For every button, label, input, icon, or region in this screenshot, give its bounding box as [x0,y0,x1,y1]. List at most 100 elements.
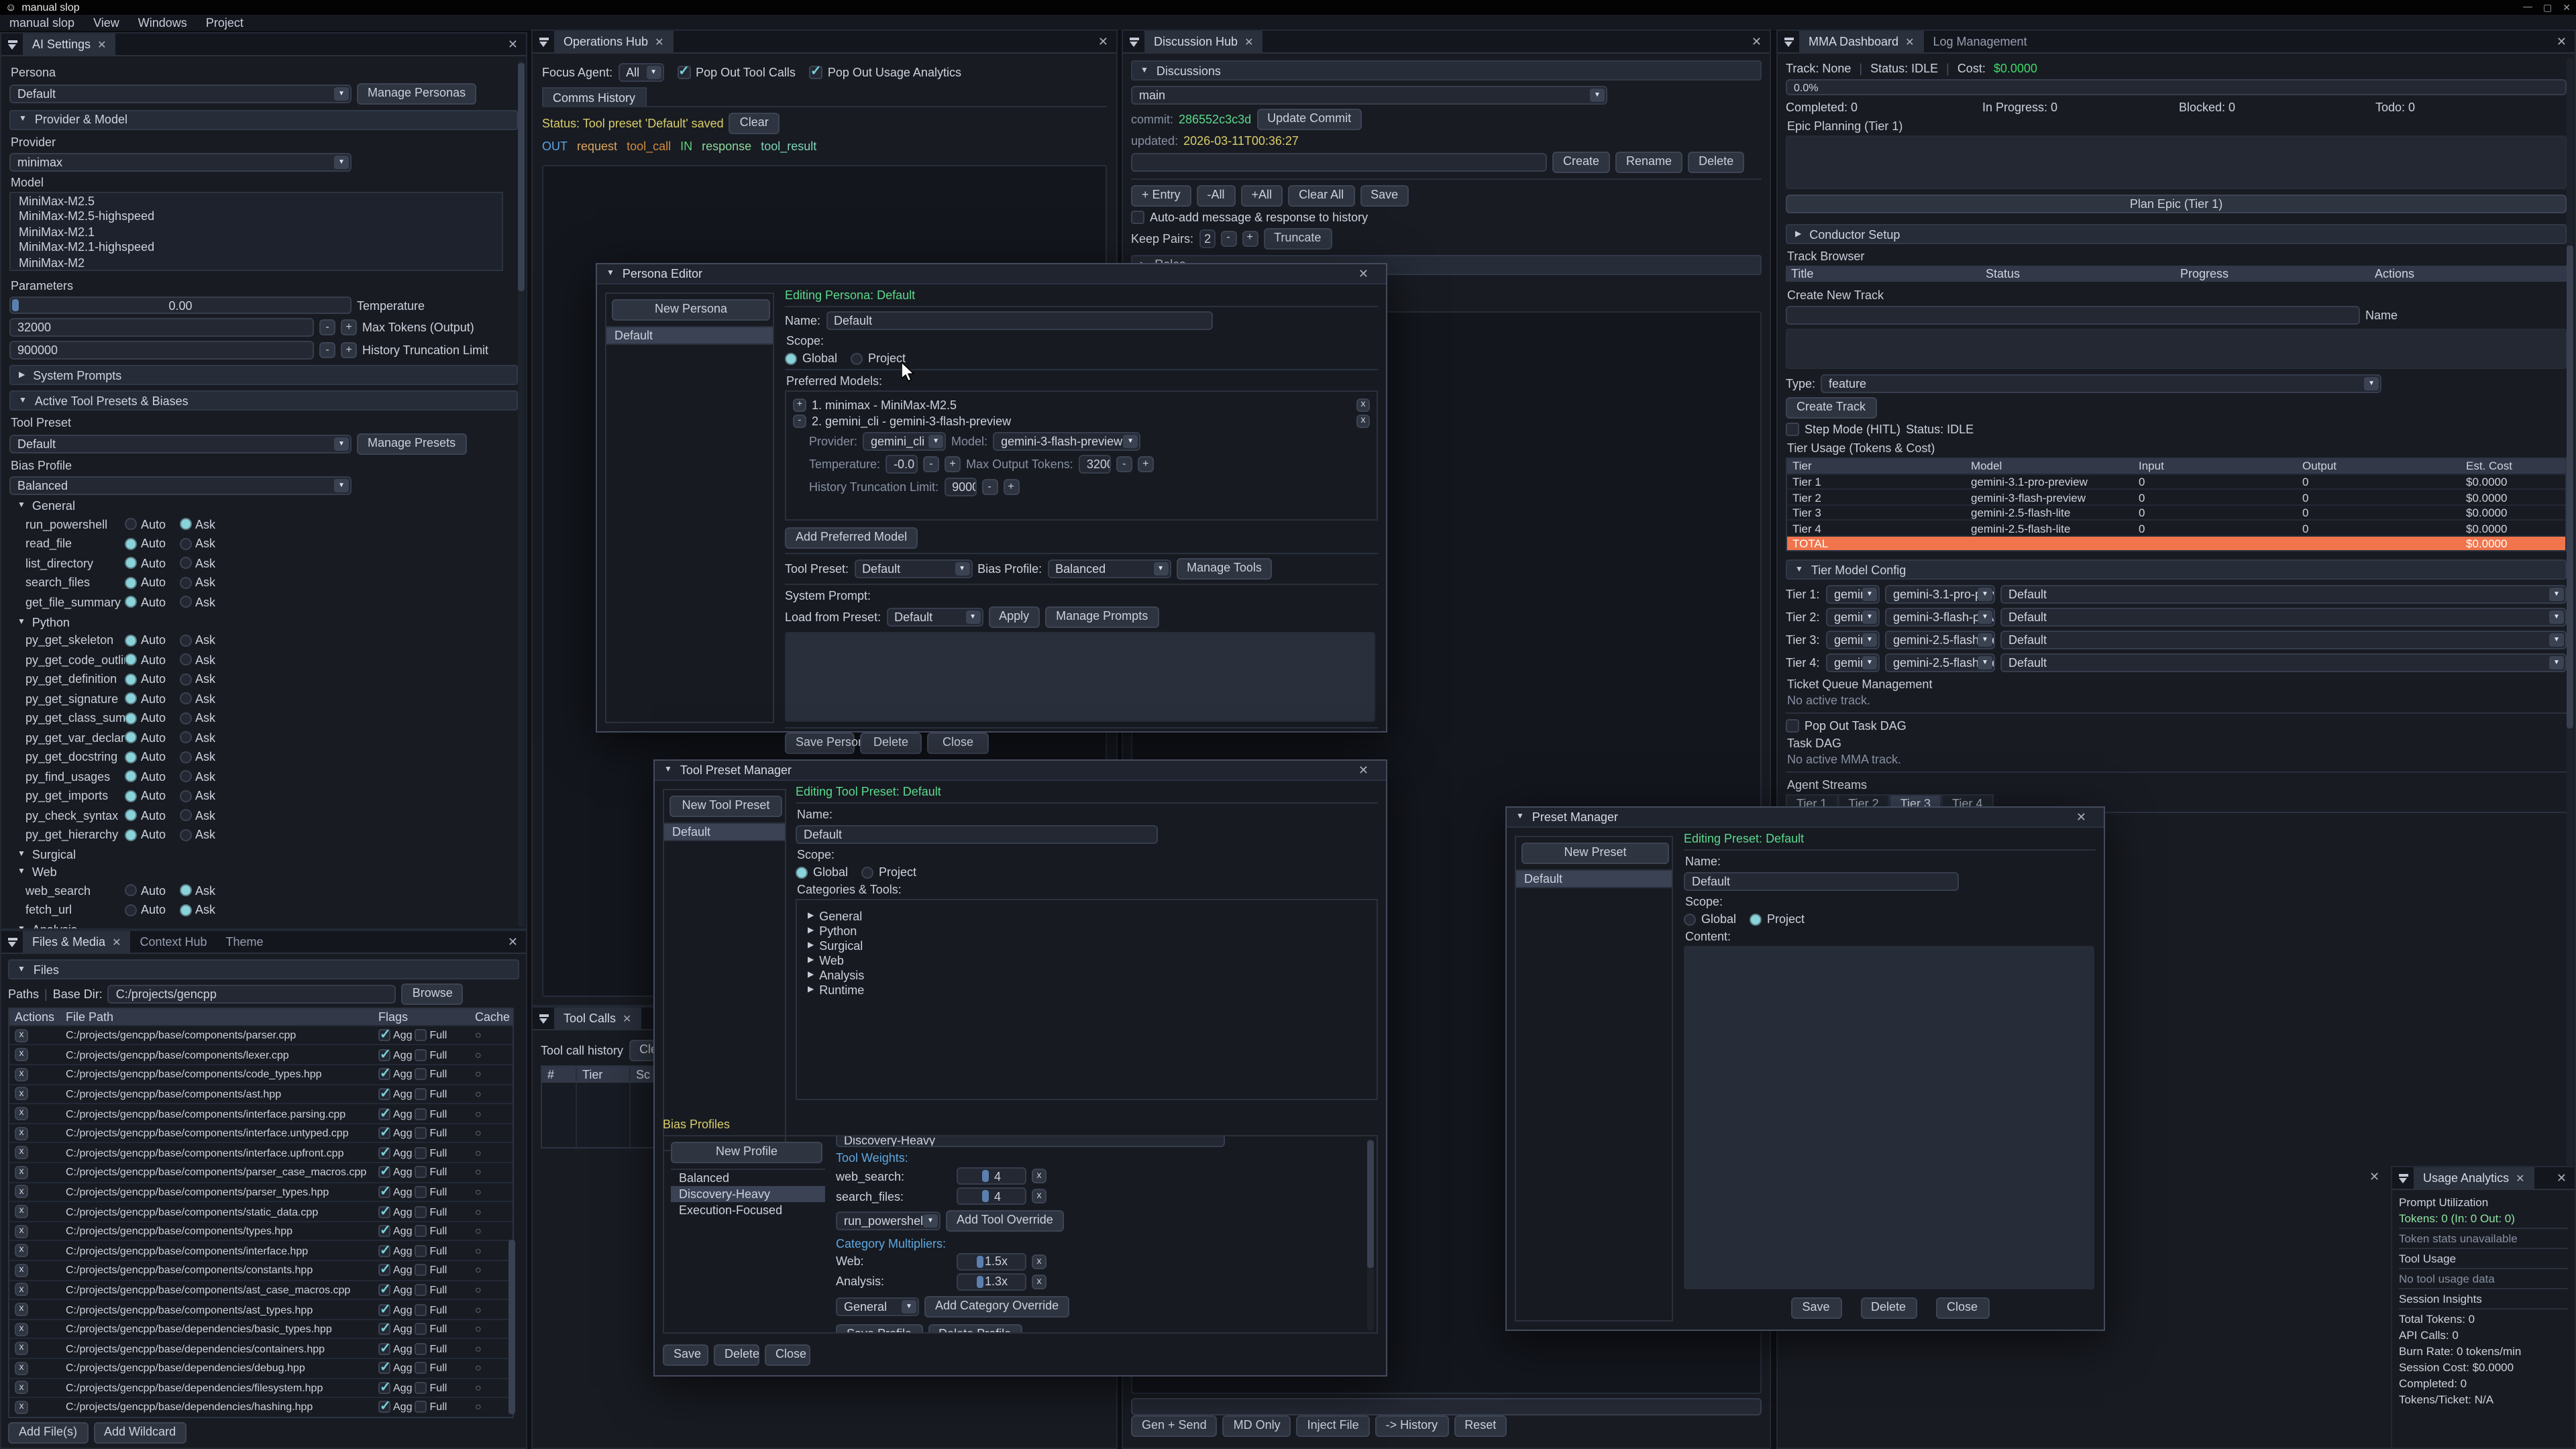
remove-model-button[interactable]: x [1356,415,1370,428]
menu-item[interactable]: Project [206,16,244,30]
full-checkbox[interactable] [415,1362,427,1375]
remove-file-button[interactable]: x [15,1068,28,1081]
remove-file-button[interactable]: x [15,1264,28,1277]
panel-menu-icon[interactable] [533,30,554,53]
popout-tool-calls-checkbox[interactable] [677,66,690,79]
auto-radio[interactable] [125,904,137,916]
save-preset-button[interactable]: Save [1790,1297,1841,1319]
cache-indicator-icon[interactable]: ○ [475,1029,482,1041]
plan-epic-button[interactable]: Plan Epic (Tier 1) [1786,195,2567,213]
full-checkbox[interactable] [415,1088,427,1100]
persona-name-input[interactable]: Default [826,311,1212,330]
delete-tool-preset-button[interactable]: Delete [714,1344,759,1366]
preset-name-input[interactable]: Default [1684,872,1959,891]
tab-close-icon[interactable]: ✕ [112,936,121,948]
profile-name-input[interactable]: Discovery-Heavy [836,1136,1225,1147]
agg-checkbox[interactable] [378,1303,390,1316]
remove-file-button[interactable]: x [15,1322,28,1336]
create-discussion-button[interactable]: Create [1552,152,1610,173]
history-limit-increment-button[interactable]: + [341,343,357,359]
provider-select[interactable]: minimax▼ [9,153,352,172]
scrollbar-thumb[interactable] [1367,1140,1374,1268]
close-icon[interactable]: ✕ [2563,2,2571,13]
preset-content-textarea[interactable] [1684,946,2094,1289]
full-checkbox[interactable] [415,1029,427,1041]
maximize-icon[interactable]: ▢ [2543,2,2552,13]
focus-agent-select[interactable]: All▼ [618,63,663,82]
category-override-select[interactable]: General▼ [836,1297,919,1316]
tier-provider-select[interactable]: gemini▼ [1826,608,1880,627]
agg-checkbox[interactable] [378,1244,390,1256]
auto-radio[interactable] [125,828,137,841]
max-tokens-input[interactable]: 32000 [9,319,314,337]
browse-button[interactable]: Browse [402,983,464,1005]
tab-close-icon[interactable]: ✕ [623,1012,631,1024]
category-row[interactable]: ▶Analysis [808,969,1366,981]
auto-radio[interactable] [125,692,137,704]
tab-close-icon[interactable]: ✕ [2516,1172,2524,1184]
discussion-select[interactable]: main▼ [1131,86,1607,105]
auto-radio[interactable] [125,884,137,896]
full-checkbox[interactable] [415,1303,427,1316]
agg-checkbox[interactable] [378,1069,390,1081]
ask-radio[interactable] [179,712,191,724]
popout-task-dag-checkbox[interactable] [1786,720,1799,733]
composer-button[interactable]: -> History [1375,1415,1449,1437]
manage-tools-button[interactable]: Manage Tools [1176,558,1273,580]
tab-mma-dashboard[interactable]: MMA Dashboard✕ [1799,30,1923,53]
tab-context-hub[interactable]: Context Hub [130,930,216,953]
tab-log-management[interactable]: Log Management [1923,30,2036,53]
tool-override-select[interactable]: run_powershell▼ [836,1212,941,1230]
auto-radio[interactable] [125,576,137,588]
ask-radio[interactable] [179,809,191,821]
model-move-button[interactable]: - [793,415,806,428]
add-preferred-model-button[interactable]: Add Preferred Model [785,527,918,549]
auto-radio[interactable] [125,770,137,782]
tool-preset-list-item[interactable]: Default [664,822,785,841]
tool-preset-name-input[interactable]: Default [796,825,1158,844]
screenshots-header[interactable]: ▶Screenshots [8,1447,519,1448]
track-description-textarea[interactable] [1786,329,2567,369]
remove-file-button[interactable]: x [15,1028,28,1042]
remove-file-button[interactable]: x [15,1303,28,1316]
scope-global-radio[interactable] [785,352,797,364]
update-commit-button[interactable]: Update Commit [1256,109,1362,130]
close-preset-manager-button[interactable]: Close [1935,1297,1989,1319]
cache-indicator-icon[interactable]: ○ [475,1186,482,1198]
window-close-icon[interactable]: ✕ [1350,266,1377,281]
panel-close-icon[interactable]: ✕ [500,934,526,949]
ask-radio[interactable] [179,576,191,588]
full-checkbox[interactable] [415,1108,427,1120]
add-tool-override-button[interactable]: Add Tool Override [946,1210,1064,1232]
ask-radio[interactable] [179,751,191,763]
cache-indicator-icon[interactable]: ○ [475,1362,482,1375]
full-checkbox[interactable] [415,1284,427,1296]
tab-usage-analytics[interactable]: Usage Analytics✕ [2414,1167,2534,1189]
window-close-icon[interactable]: ✕ [2068,810,2094,824]
menu-item[interactable]: Windows [138,16,187,30]
remove-file-button[interactable]: x [15,1224,28,1238]
category-row[interactable]: ▶General [808,910,1366,922]
cache-indicator-icon[interactable]: ○ [475,1167,482,1179]
delete-persona-button[interactable]: Delete [860,732,922,753]
full-checkbox[interactable] [415,1323,427,1335]
entry-action-button[interactable]: -All [1197,185,1236,207]
history-increment-button[interactable]: + [1003,479,1019,495]
ask-radio[interactable] [179,904,191,916]
max-output-input[interactable]: 32000 [1079,455,1111,474]
tool-preset-select[interactable]: Default▼ [854,559,972,578]
model-model-select[interactable]: gemini-3-flash-preview▼ [993,432,1140,451]
composer-button[interactable]: Inject File [1297,1415,1370,1437]
category-row[interactable]: ▶Runtime [808,983,1366,996]
slider-handle[interactable] [982,1190,989,1202]
scrollbar-thumb[interactable] [518,63,525,291]
composer-button[interactable]: Gen + Send [1131,1415,1218,1437]
track-name-input[interactable] [1786,306,2360,325]
remove-file-button[interactable]: x [15,1205,28,1218]
remove-multiplier-button[interactable]: x [1032,1275,1046,1289]
tool-group-surgical[interactable]: ▼Surgical [17,849,518,862]
agg-checkbox[interactable] [378,1147,390,1159]
scope-project-radio[interactable] [1750,913,1762,925]
full-checkbox[interactable] [415,1127,427,1139]
history-limit-input[interactable]: 900000 [944,478,976,496]
